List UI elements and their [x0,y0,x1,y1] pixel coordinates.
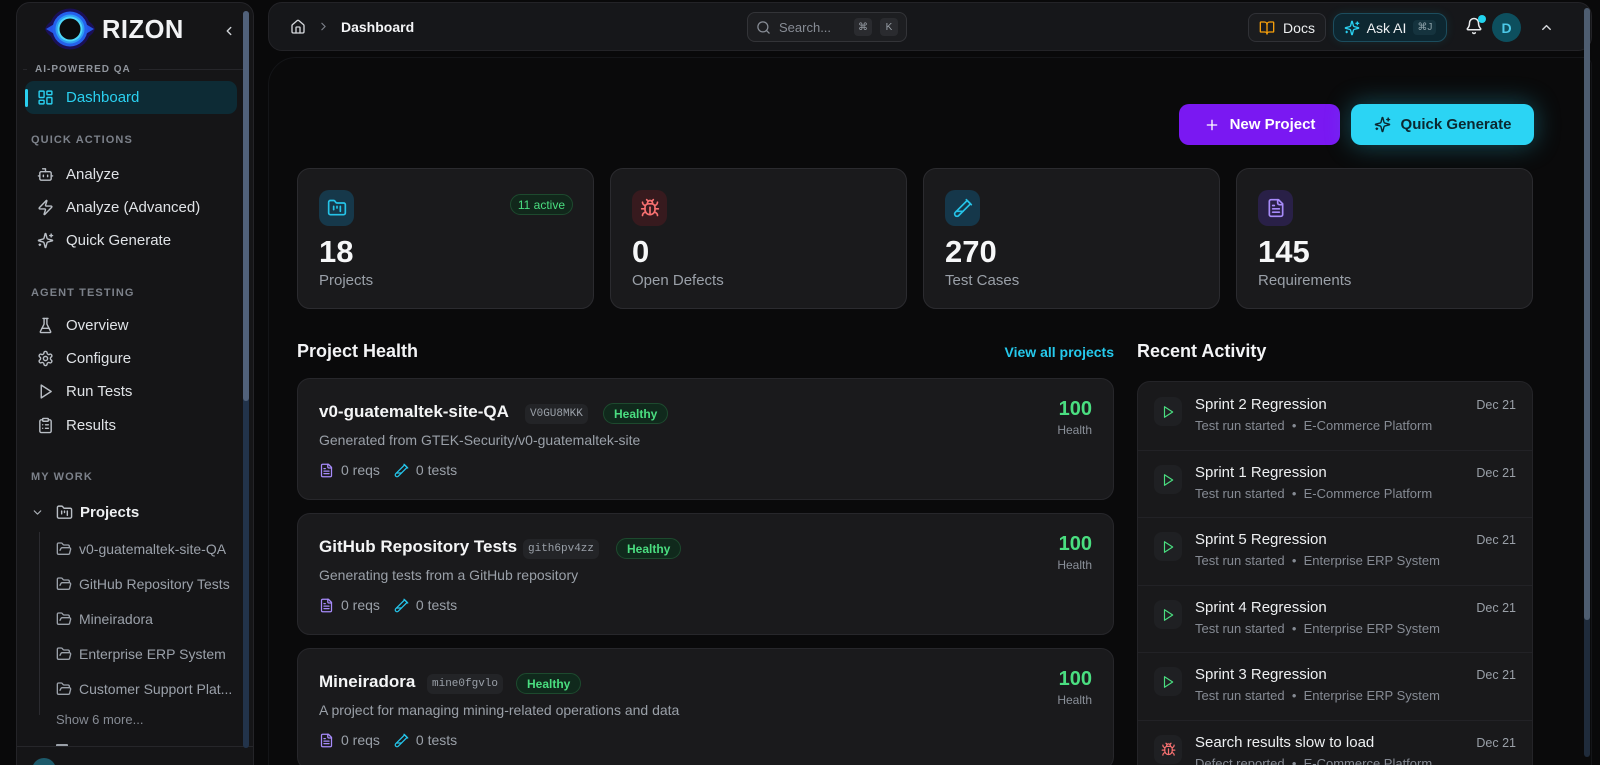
svg-text:RIZON: RIZON [102,16,184,44]
